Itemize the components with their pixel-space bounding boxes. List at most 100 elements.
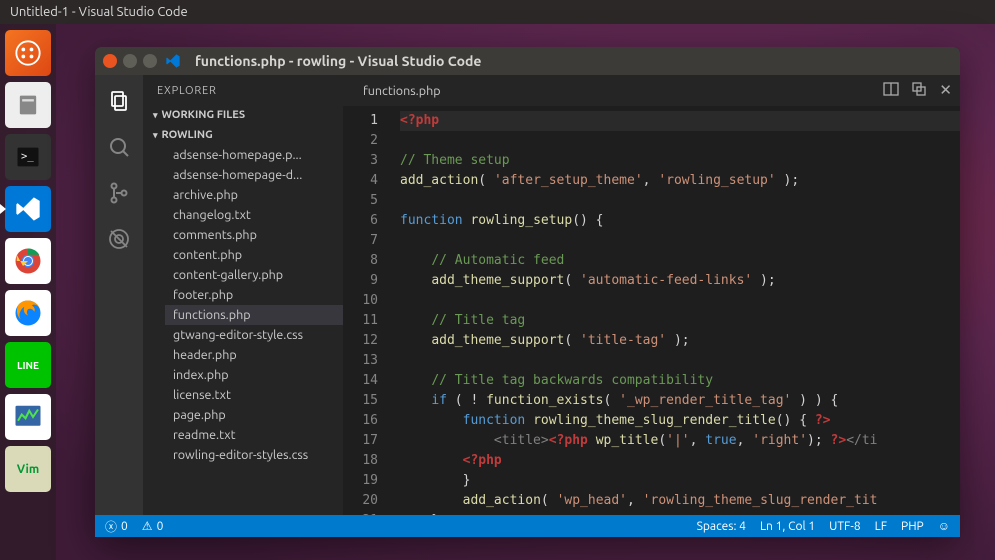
code-line[interactable] [400,131,960,151]
status-bar: ⓧ 0 ⚠ 0 Spaces: 4 Ln 1, Col 1 UTF-8 LF P… [95,515,960,537]
launcher-files[interactable] [5,82,51,128]
code-line[interactable]: if ( ! function_exists( '_wp_render_titl… [400,391,960,411]
status-encoding[interactable]: UTF-8 [829,520,860,533]
code-line[interactable] [400,291,960,311]
line-number: 15 [343,391,378,411]
file-item[interactable]: content.php [165,245,343,265]
status-spaces[interactable]: Spaces: 4 [697,520,746,533]
line-number: 12 [343,331,378,351]
launcher-chrome[interactable] [5,238,51,284]
code-line[interactable]: add_action( 'wp_head', 'rowling_theme_sl… [400,491,960,511]
search-icon[interactable] [105,133,133,161]
editor-tabs: functions.php ✕ [343,75,960,107]
file-item[interactable]: license.txt [165,385,343,405]
activity-bar [95,75,143,515]
code-line[interactable]: add_theme_support( 'title-tag' ); [400,331,960,351]
line-number: 14 [343,371,378,391]
file-item[interactable]: changelog.txt [165,205,343,225]
launcher-system-monitor[interactable] [5,394,51,440]
window-body: EXPLORER WORKING FILES ROWLING adsense-h… [95,75,960,515]
file-item[interactable]: functions.php [165,305,343,325]
split-editor-icon[interactable] [883,81,899,100]
vscode-window: functions.php - rowling - Visual Studio … [95,47,960,537]
close-editor-icon[interactable]: ✕ [939,81,952,100]
code-line[interactable]: } [400,471,960,491]
tab-functions-php[interactable]: functions.php [353,84,451,98]
editor-area: functions.php ✕ 123456789101112131415161… [343,75,960,515]
code-line[interactable]: <?php [400,451,960,471]
launcher-terminal[interactable]: >_ [5,134,51,180]
code-line[interactable]: function rowling_theme_slug_render_title… [400,411,960,431]
explorer-icon[interactable] [105,87,133,115]
code-line[interactable]: // Title tag [400,311,960,331]
window-titlebar[interactable]: functions.php - rowling - Visual Studio … [95,47,960,75]
line-number: 1 [343,111,378,131]
code-line[interactable] [400,351,960,371]
sidebar-header: EXPLORER [143,75,343,105]
line-number: 10 [343,291,378,311]
line-number: 4 [343,171,378,191]
code-content[interactable]: <?php // Theme setupadd_action( 'after_s… [388,107,960,515]
close-button[interactable] [103,54,117,68]
line-gutter: 123456789101112131415161718192021 [343,107,388,515]
status-warnings[interactable]: ⚠ 0 [142,519,164,533]
file-item[interactable]: adsense-homepage-d... [165,165,343,185]
line-number: 8 [343,251,378,271]
line-number: 19 [343,471,378,491]
line-number: 2 [343,131,378,151]
gnome-top-panel: Untitled-1 - Visual Studio Code [0,0,995,24]
status-cursor[interactable]: Ln 1, Col 1 [760,520,815,533]
file-item[interactable]: comments.php [165,225,343,245]
status-feedback-icon[interactable]: ☺ [938,519,950,533]
launcher-vscode[interactable] [5,186,51,232]
line-number: 20 [343,491,378,511]
file-item[interactable]: adsense-homepage.p... [165,145,343,165]
file-item[interactable]: index.php [165,365,343,385]
code-line[interactable]: function rowling_setup() { [400,211,960,231]
more-actions-icon[interactable] [911,81,927,100]
window-title: functions.php - rowling - Visual Studio … [195,53,481,69]
svg-text:>_: >_ [21,150,34,162]
code-line[interactable]: add_action( 'after_setup_theme', 'rowlin… [400,171,960,191]
code-line[interactable]: // Title tag backwards compatibility [400,371,960,391]
file-item[interactable]: content-gallery.php [165,265,343,285]
status-language[interactable]: PHP [901,520,924,533]
code-line[interactable]: <title><?php wp_title('|', true, 'right'… [400,431,960,451]
status-eol[interactable]: LF [875,520,887,533]
file-item[interactable]: header.php [165,345,343,365]
file-item[interactable]: readme.txt [165,425,343,445]
vscode-icon [165,53,181,69]
working-files-section[interactable]: WORKING FILES [143,105,343,125]
line-number: 3 [343,151,378,171]
file-tree: adsense-homepage.p...adsense-homepage-d.… [143,145,343,465]
code-line[interactable]: add_theme_support( 'automatic-feed-links… [400,271,960,291]
editor-actions: ✕ [883,81,952,100]
launcher-line[interactable]: LINE [5,342,51,388]
unity-launcher: >_ LINE Vim [0,24,56,560]
code-line[interactable]: <?php [400,111,960,131]
code-line[interactable]: // Automatic feed [400,251,960,271]
code-line[interactable]: // Theme setup [400,151,960,171]
line-number: 13 [343,351,378,371]
line-number: 17 [343,431,378,451]
file-item[interactable]: footer.php [165,285,343,305]
minimize-button[interactable] [123,54,137,68]
file-item[interactable]: page.php [165,405,343,425]
launcher-vim[interactable]: Vim [5,446,51,492]
status-errors[interactable]: ⓧ 0 [105,518,128,535]
source-control-icon[interactable] [105,179,133,207]
project-section[interactable]: ROWLING [143,125,343,145]
sidebar: EXPLORER WORKING FILES ROWLING adsense-h… [143,75,343,515]
launcher-dash[interactable] [5,30,51,76]
file-item[interactable]: gtwang-editor-style.css [165,325,343,345]
line-number: 11 [343,311,378,331]
launcher-firefox[interactable] [5,290,51,336]
line-number: 16 [343,411,378,431]
code-line[interactable] [400,231,960,251]
file-item[interactable]: rowling-editor-styles.css [165,445,343,465]
file-item[interactable]: archive.php [165,185,343,205]
maximize-button[interactable] [143,54,157,68]
code-line[interactable] [400,191,960,211]
debug-icon[interactable] [105,225,133,253]
code-editor[interactable]: 123456789101112131415161718192021 <?php … [343,107,960,515]
